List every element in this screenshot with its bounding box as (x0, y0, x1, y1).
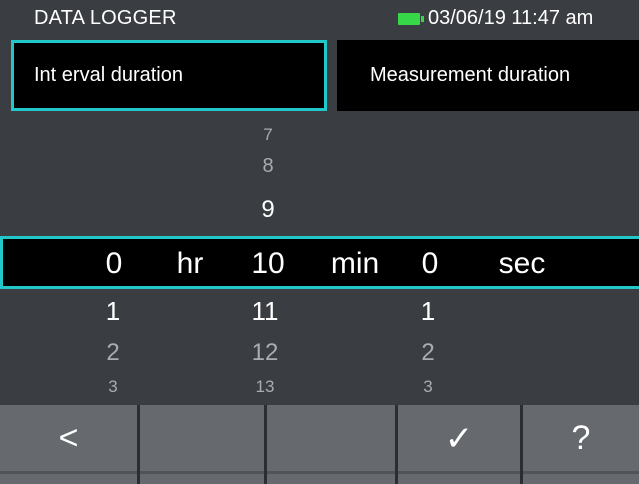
chevron-left-icon: < (58, 419, 79, 457)
status-bar: DATA LOGGER 03/06/19 11:47 am (0, 0, 639, 37)
check-icon: ✓ (444, 419, 474, 458)
battery-icon (398, 13, 424, 25)
hours-option[interactable]: 1 (83, 298, 143, 324)
tab-measurement-duration[interactable]: Measurement duration (337, 40, 639, 111)
minutes-option[interactable]: 13 (235, 378, 295, 395)
selected-time-row[interactable]: 0 hr 10 min 0 sec (0, 236, 639, 289)
seconds-unit: sec (498, 247, 546, 280)
minutes-option[interactable]: 7 (238, 126, 298, 143)
toolbar-button-2[interactable] (140, 405, 264, 484)
minutes-option[interactable]: 8 (238, 156, 298, 176)
app-title: DATA LOGGER (34, 7, 177, 29)
minutes-unit: min (330, 247, 380, 280)
hours-option[interactable]: 2 (83, 341, 143, 365)
selected-minutes: 10 (251, 247, 285, 280)
confirm-button[interactable]: ✓ (398, 405, 520, 484)
minutes-option[interactable]: 11 (235, 298, 295, 324)
help-button[interactable]: ? (523, 405, 639, 484)
toolbar-button-3[interactable] (267, 405, 395, 484)
seconds-option[interactable]: 3 (398, 378, 458, 395)
back-button[interactable]: < (0, 405, 137, 484)
date-time: 03/06/19 11:47 am (428, 7, 594, 29)
question-icon: ? (571, 419, 591, 457)
selected-hours: 0 (105, 247, 123, 280)
seconds-option[interactable]: 1 (398, 298, 458, 324)
tab-label: Int erval duration (34, 64, 183, 86)
tab-label: Measurement duration (370, 64, 571, 86)
tab-interval-duration[interactable]: Int erval duration (11, 40, 327, 111)
minutes-option[interactable]: 12 (235, 341, 295, 365)
hours-unit: hr (176, 247, 204, 280)
selected-seconds: 0 (421, 247, 439, 280)
minutes-option[interactable]: 9 (238, 198, 298, 222)
seconds-option[interactable]: 2 (398, 341, 458, 365)
hours-option[interactable]: 3 (83, 378, 143, 395)
